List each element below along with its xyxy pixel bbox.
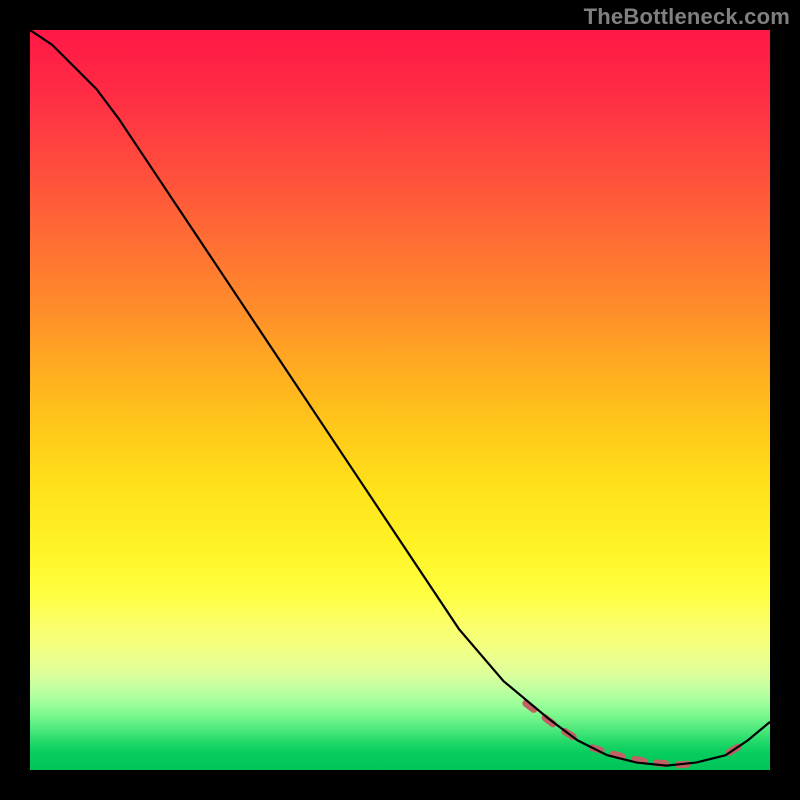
watermark-text: TheBottleneck.com [584, 4, 790, 30]
plot-area [30, 30, 770, 770]
dash-group [526, 703, 744, 764]
main-curve [30, 30, 770, 766]
chart-canvas: TheBottleneck.com [0, 0, 800, 800]
curve-layer [30, 30, 770, 770]
